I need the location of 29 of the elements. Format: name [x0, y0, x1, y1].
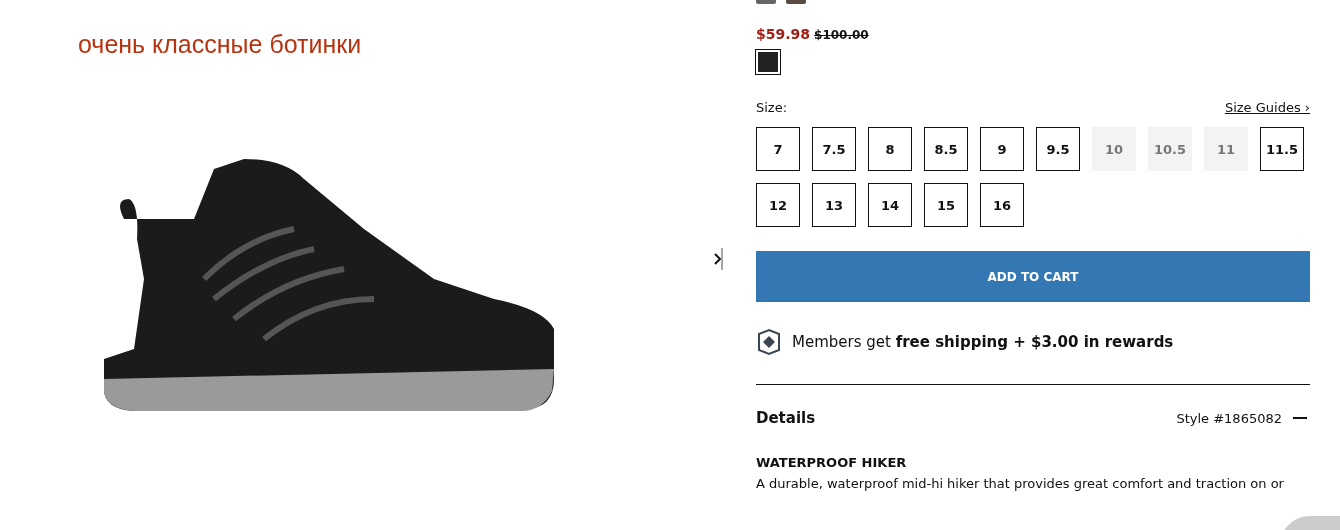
color-swatch[interactable] — [756, 50, 780, 74]
size-option[interactable]: 15 — [924, 183, 968, 227]
original-price: $100.00 — [814, 28, 869, 42]
size-option[interactable]: 11 — [1204, 127, 1248, 171]
size-option[interactable]: 12 — [756, 183, 800, 227]
headline: очень классные ботинки — [78, 30, 363, 59]
size-option[interactable]: 8 — [868, 127, 912, 171]
size-option[interactable]: 9.5 — [1036, 127, 1080, 171]
details-heading: Details — [756, 409, 817, 427]
size-option[interactable]: 14 — [868, 183, 912, 227]
size-label: Size: — [756, 100, 788, 115]
size-option[interactable]: 16 — [980, 183, 1024, 227]
size-option[interactable]: 10.5 — [1148, 127, 1192, 171]
size-option[interactable]: 7.5 — [812, 127, 856, 171]
size-option[interactable]: 9 — [980, 127, 1024, 171]
chevron-right-icon[interactable] — [714, 247, 724, 271]
size-option[interactable]: 10 — [1092, 127, 1136, 171]
rewards-text: Members get free shipping + $3.00 in rewards — [792, 333, 1174, 351]
feature-heading: WATERPROOF HIKER — [756, 455, 908, 470]
size-option[interactable]: 7 — [756, 127, 800, 171]
size-guides-link[interactable]: Size Guides › — [1224, 100, 1310, 115]
sale-price: $59.98 — [756, 26, 811, 42]
size-option[interactable]: 13 — [812, 183, 856, 227]
size-option[interactable]: 11.5 — [1260, 127, 1304, 171]
diamond-badge-icon — [756, 328, 782, 356]
add-to-cart-button[interactable]: ADD TO CART — [756, 251, 1310, 302]
description-text: A durable, waterproof mid-hi hiker that provides great comfort and traction on or — [756, 476, 1285, 491]
style-number: Style #1865082 — [1176, 410, 1282, 426]
size-option[interactable]: 8.5 — [924, 127, 968, 171]
